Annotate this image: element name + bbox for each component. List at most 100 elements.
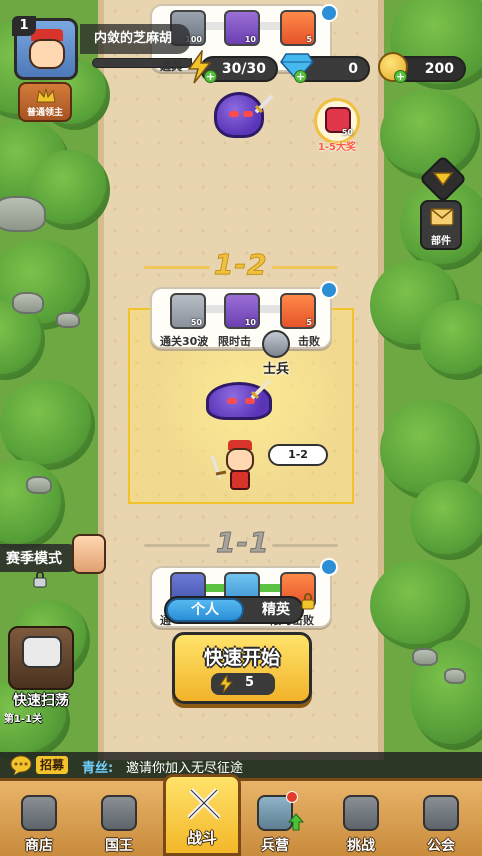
nav-battle-label: 战斗 bbox=[186, 829, 217, 847]
reward-count: 10 bbox=[244, 35, 256, 44]
stage-1-2-reward-panel: 50 10 5 通关30波 限时击 击败 bbox=[150, 287, 332, 349]
player-name: 内敛的芝麻胡 bbox=[80, 24, 190, 54]
parts-button[interactable]: 部件 bbox=[420, 200, 462, 250]
reward-slot-gem[interactable]: 10 bbox=[224, 10, 260, 46]
season-mode-button[interactable]: 赛季模式 bbox=[0, 544, 82, 572]
tree bbox=[0, 380, 95, 470]
reward-slot-bell[interactable]: 5 bbox=[280, 10, 316, 46]
milestone-label: 1-5大奖 bbox=[317, 142, 357, 153]
milestone-count: 50 bbox=[341, 128, 353, 137]
nav-shop-label: 商店 bbox=[25, 838, 53, 854]
energy-value: 30/30 bbox=[221, 61, 266, 77]
rock bbox=[26, 476, 52, 494]
shop-icon bbox=[21, 795, 57, 831]
reward-text-clear: 通关30波 bbox=[160, 335, 209, 348]
stage-divider bbox=[272, 266, 338, 269]
rock bbox=[12, 292, 44, 314]
quick-start-button[interactable]: 快速开始 5 bbox=[172, 632, 312, 704]
stage-divider bbox=[272, 544, 338, 547]
challenge-icon bbox=[343, 795, 379, 831]
bottom-nav: 商店 国王 兵营 挑战 公会 bbox=[0, 778, 482, 856]
lock-icon bbox=[320, 281, 338, 299]
reward-text-defeat: 击败 bbox=[298, 335, 320, 348]
add-energy-button[interactable]: + bbox=[204, 70, 217, 83]
lock-icon bbox=[320, 4, 338, 22]
nav-barracks[interactable]: 兵营 bbox=[240, 791, 310, 855]
lock-icon bbox=[33, 571, 47, 588]
stage-label-1-2: 1-2 bbox=[214, 248, 268, 282]
quick-start-cost: 5 bbox=[211, 673, 275, 695]
game-scene: 100 10 5 通关 4 限时 败 50 1-5大奖 部件 1-2 bbox=[0, 0, 482, 856]
lock-icon bbox=[320, 558, 338, 576]
reward-text-timed: 限时击 bbox=[218, 335, 251, 348]
stage-divider bbox=[144, 266, 210, 269]
sword-icon bbox=[250, 378, 272, 400]
mail-icon bbox=[430, 208, 454, 226]
quick-start-label: 快速开始 bbox=[203, 647, 280, 669]
gem-value: 0 bbox=[348, 61, 358, 77]
reward-count: 10 bbox=[244, 318, 256, 327]
quick-sweep-stage: 第1-1关 bbox=[4, 714, 43, 725]
guild-icon bbox=[423, 795, 459, 831]
stage-label-1-1: 1-1 bbox=[216, 526, 270, 560]
rank-label: 普通领主 bbox=[26, 108, 63, 118]
nav-shop[interactable]: 商店 bbox=[4, 791, 74, 855]
chevron-down-icon bbox=[432, 172, 454, 187]
chat-bubble-icon bbox=[10, 755, 32, 775]
reward-count: 50 bbox=[190, 318, 202, 327]
notification-dot bbox=[286, 791, 298, 803]
chat-speaker: 青丝: bbox=[82, 761, 114, 776]
nav-barracks-label: 兵营 bbox=[261, 838, 289, 854]
add-coin-button[interactable]: + bbox=[394, 70, 407, 83]
soldier-helmet-icon[interactable] bbox=[262, 330, 290, 358]
nav-guild-label: 公会 bbox=[427, 838, 455, 854]
king-icon bbox=[101, 795, 137, 831]
soldier-label: 士兵 bbox=[262, 362, 289, 377]
parts-label: 部件 bbox=[431, 236, 451, 247]
slime-eye bbox=[227, 397, 237, 404]
nav-challenge-label: 挑战 bbox=[347, 838, 375, 854]
nav-guild[interactable]: 公会 bbox=[406, 791, 476, 855]
quick-start-cost-value: 5 bbox=[245, 675, 255, 690]
tab-elite[interactable]: 精英 bbox=[250, 598, 302, 622]
sword-icon bbox=[254, 94, 274, 114]
coin-value: 200 bbox=[424, 61, 454, 77]
player-level: 1 bbox=[12, 16, 36, 36]
stage-divider bbox=[144, 544, 210, 547]
hero-sword-icon bbox=[210, 455, 227, 479]
reward-slot-monster[interactable]: 50 bbox=[170, 293, 206, 329]
quick-sweep-label: 快速扫荡 bbox=[13, 693, 69, 709]
reward-slot-bell[interactable]: 5 bbox=[280, 293, 316, 329]
season-mode-label: 赛季模式 bbox=[6, 551, 62, 567]
nav-battle[interactable]: 战斗 bbox=[163, 774, 241, 856]
nav-king-label: 国王 bbox=[105, 838, 133, 854]
season-mode-hero-icon bbox=[72, 534, 106, 574]
crown-icon bbox=[36, 88, 56, 103]
add-gem-button[interactable]: + bbox=[294, 70, 307, 83]
rank-badge[interactable]: 普通领主 bbox=[18, 82, 72, 122]
energy-icon bbox=[219, 675, 233, 693]
slime-eye bbox=[229, 111, 239, 117]
quick-sweep-button[interactable]: 快速扫荡 bbox=[8, 626, 74, 709]
avatar-face bbox=[29, 39, 65, 69]
tree bbox=[410, 480, 482, 560]
hero-body bbox=[230, 470, 250, 490]
upgrade-arrow-icon bbox=[288, 813, 304, 831]
rock bbox=[444, 668, 466, 684]
nav-challenge[interactable]: 挑战 bbox=[326, 791, 396, 855]
lock-icon bbox=[301, 593, 315, 610]
rock bbox=[56, 312, 80, 328]
reward-count: 5 bbox=[306, 318, 312, 327]
top-stage-text: 通关 bbox=[160, 60, 182, 73]
reward-count: 5 bbox=[306, 35, 312, 44]
chat-bar[interactable]: 招募 青丝: 邀请你加入无尽征途 bbox=[0, 752, 482, 778]
panda-icon bbox=[22, 636, 62, 668]
player-stage-bubble: 1-2 bbox=[268, 444, 328, 466]
chat-tag: 招募 bbox=[36, 756, 69, 774]
crossed-swords-icon bbox=[187, 788, 221, 820]
tree bbox=[370, 560, 470, 650]
rock bbox=[412, 648, 438, 666]
tab-personal[interactable]: 个人 bbox=[166, 598, 244, 622]
reward-slot-gem[interactable]: 10 bbox=[224, 293, 260, 329]
nav-king[interactable]: 国王 bbox=[84, 791, 154, 855]
